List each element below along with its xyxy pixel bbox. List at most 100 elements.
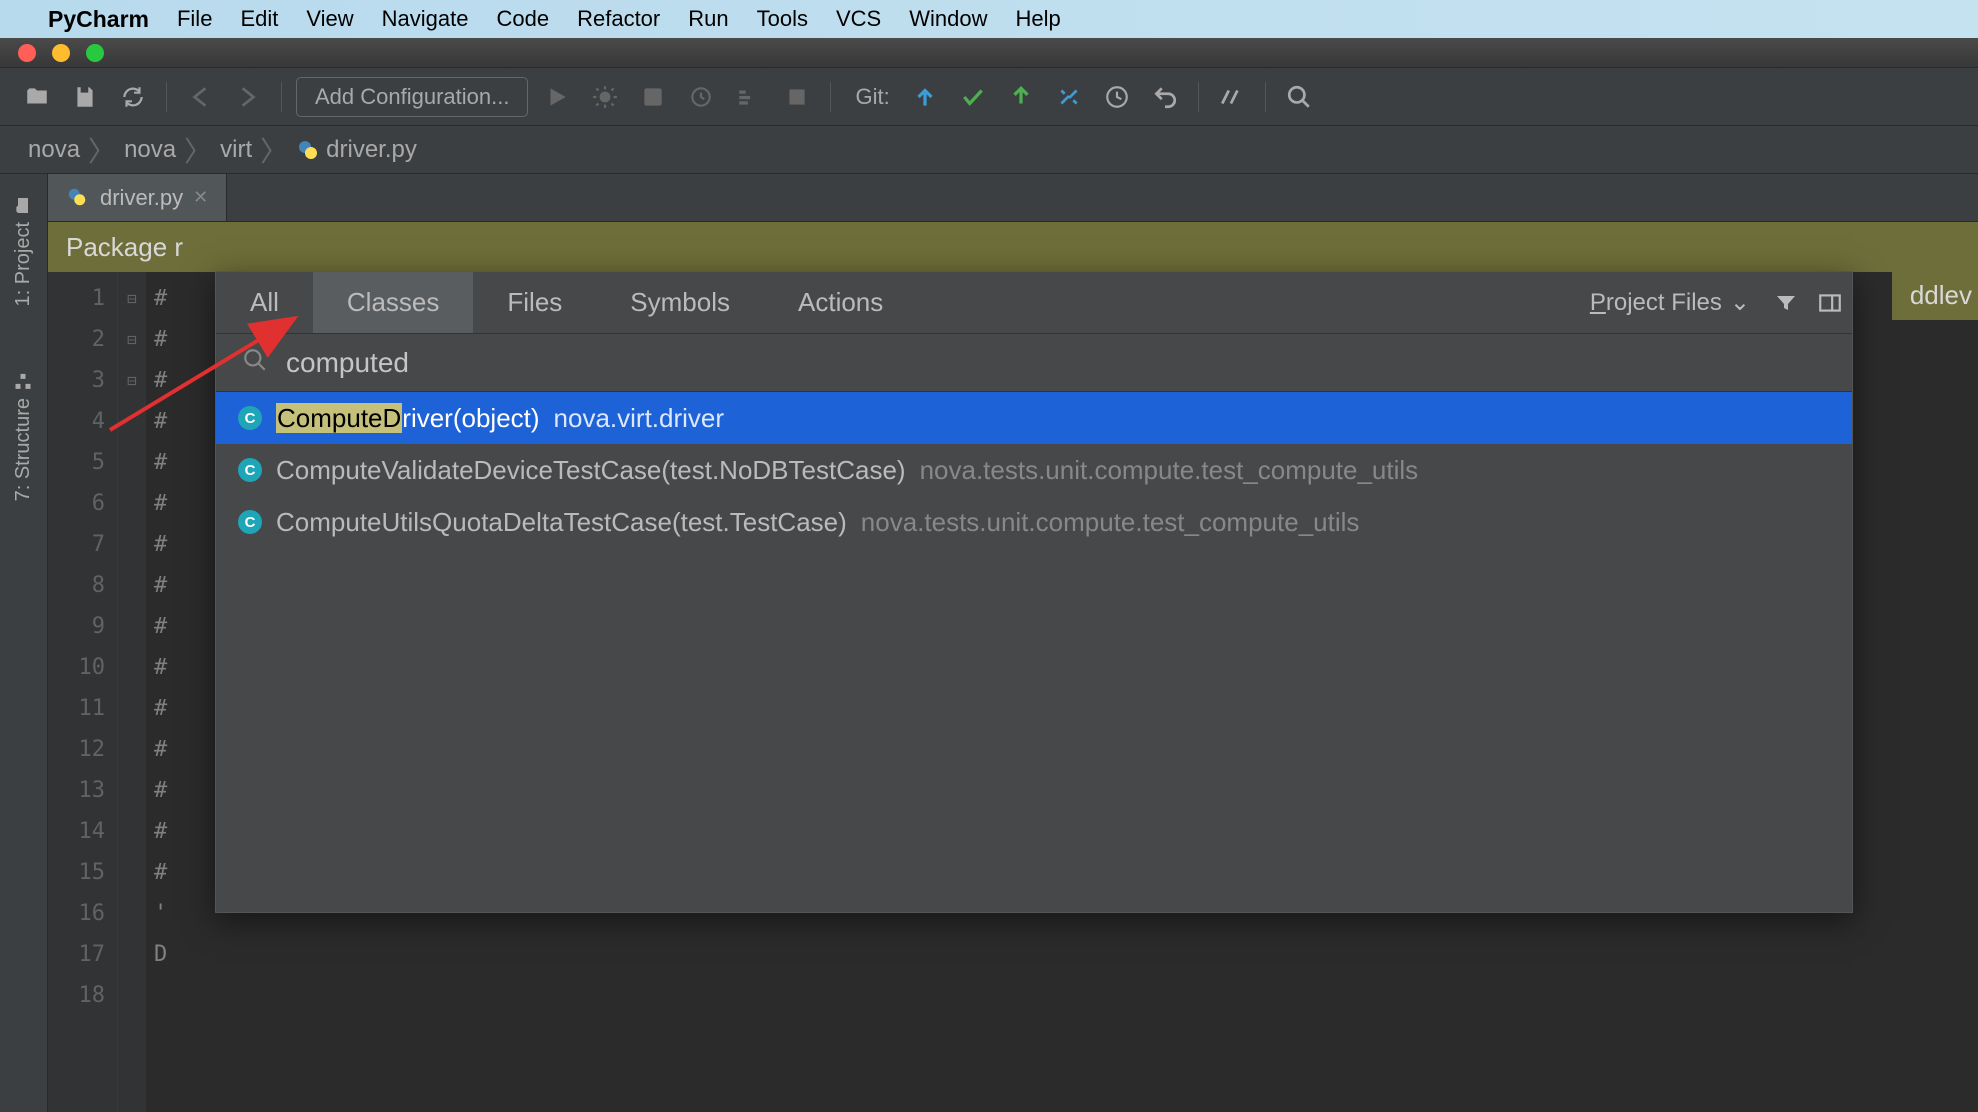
search-tab-all[interactable]: All <box>216 272 313 333</box>
search-tab-actions[interactable]: Actions <box>764 272 917 333</box>
profile-icon[interactable] <box>682 78 720 116</box>
editor-tab-driver[interactable]: driver.py ✕ <box>48 174 227 221</box>
preview-toggle-icon[interactable] <box>1808 272 1852 333</box>
package-banner: Package r <box>48 222 1978 272</box>
close-tab-icon[interactable]: ✕ <box>193 187 208 208</box>
git-history-icon[interactable] <box>1098 78 1136 116</box>
maximize-window-button[interactable] <box>86 44 104 62</box>
line-number: 8 <box>48 565 105 606</box>
app-name[interactable]: PyCharm <box>48 6 149 33</box>
menu-window[interactable]: Window <box>909 6 987 32</box>
line-number: 6 <box>48 483 105 524</box>
minimize-window-button[interactable] <box>52 44 70 62</box>
git-rollback-icon[interactable] <box>1146 78 1184 116</box>
breadcrumb-item[interactable]: nova <box>28 136 80 164</box>
chevron-right-icon: 〉 <box>88 130 116 170</box>
line-number-gutter: 1 2 3 4 5 6 7 8 9 10 11 12 13 14 15 16 1… <box>48 272 118 1112</box>
breadcrumb-item[interactable]: nova <box>124 136 176 164</box>
search-icon <box>242 347 268 378</box>
macos-menubar: PyCharm File Edit View Navigate Code Ref… <box>0 0 1978 38</box>
class-icon: C <box>238 458 262 482</box>
result-main-text: ComputeValidateDeviceTestCase(test.NoDBT… <box>276 455 906 486</box>
line-number: 16 <box>48 893 105 934</box>
search-input[interactable] <box>286 347 1826 379</box>
menu-refactor[interactable]: Refactor <box>577 6 660 32</box>
search-result-row[interactable]: C ComputeValidateDeviceTestCase(test.NoD… <box>216 444 1852 496</box>
folder-icon <box>14 194 34 214</box>
line-number: 1 <box>48 278 105 319</box>
open-folder-icon[interactable] <box>18 78 56 116</box>
settings-icon[interactable] <box>1213 78 1251 116</box>
git-pull-icon[interactable] <box>906 78 944 116</box>
debug-icon[interactable] <box>586 78 624 116</box>
toolbar-separator <box>1198 82 1199 112</box>
editor-tab-label: driver.py <box>100 185 183 211</box>
result-main-text: ComputeDriver(object) <box>276 403 540 434</box>
menu-code[interactable]: Code <box>497 6 550 32</box>
line-number: 18 <box>48 975 105 1016</box>
toolbar-separator <box>1265 82 1266 112</box>
search-scope-dropdown[interactable]: Project Files ⌄ <box>1576 272 1764 333</box>
line-number: 14 <box>48 811 105 852</box>
refresh-icon[interactable] <box>114 78 152 116</box>
line-number: 3 <box>48 360 105 401</box>
breadcrumb-item[interactable]: virt <box>220 136 252 164</box>
run-icon[interactable] <box>538 78 576 116</box>
result-path: nova.virt.driver <box>554 403 725 434</box>
search-result-row[interactable]: C ComputeDriver(object) nova.virt.driver <box>216 392 1852 444</box>
coverage-icon[interactable] <box>634 78 672 116</box>
editor-tabs: driver.py ✕ <box>48 174 1978 222</box>
close-window-button[interactable] <box>18 44 36 62</box>
menu-view[interactable]: View <box>306 6 353 32</box>
breadcrumb-item[interactable]: driver.py <box>296 136 417 164</box>
search-result-row[interactable]: C ComputeUtilsQuotaDeltaTestCase(test.Te… <box>216 496 1852 548</box>
git-push-icon[interactable] <box>1002 78 1040 116</box>
line-number: 15 <box>48 852 105 893</box>
line-number: 11 <box>48 688 105 729</box>
toolbar-separator <box>166 82 167 112</box>
menu-edit[interactable]: Edit <box>240 6 278 32</box>
project-tool-tab[interactable]: 1: Project <box>8 182 39 318</box>
window-titlebar <box>0 38 1978 68</box>
git-commit-icon[interactable] <box>954 78 992 116</box>
menu-run[interactable]: Run <box>688 6 728 32</box>
class-icon: C <box>238 510 262 534</box>
highlight-match: ComputeD <box>276 403 402 433</box>
save-icon[interactable] <box>66 78 104 116</box>
menu-tools[interactable]: Tools <box>757 6 808 32</box>
banner-text-left: Package r <box>66 232 183 263</box>
scope-label: roject Files <box>1606 289 1722 316</box>
forward-icon[interactable] <box>229 78 267 116</box>
gutter-fold-column: ⊟⊟⊟ <box>118 272 146 1112</box>
line-number: 7 <box>48 524 105 565</box>
line-number: 2 <box>48 319 105 360</box>
concurrency-icon[interactable] <box>730 78 768 116</box>
toolbar-separator <box>281 82 282 112</box>
git-compare-icon[interactable] <box>1050 78 1088 116</box>
structure-tool-tab[interactable]: 7: Structure <box>8 358 39 513</box>
menu-navigate[interactable]: Navigate <box>382 6 469 32</box>
python-file-icon <box>66 186 90 210</box>
filter-icon[interactable] <box>1764 272 1808 333</box>
search-tab-classes[interactable]: Classes <box>313 272 473 333</box>
back-icon[interactable] <box>181 78 219 116</box>
stop-icon[interactable] <box>778 78 816 116</box>
result-path: nova.tests.unit.compute.test_compute_uti… <box>861 507 1360 538</box>
menu-vcs[interactable]: VCS <box>836 6 881 32</box>
search-tab-files[interactable]: Files <box>473 272 596 333</box>
chevron-right-icon: 〉 <box>184 130 212 170</box>
search-tab-symbols[interactable]: Symbols <box>596 272 764 333</box>
menu-help[interactable]: Help <box>1015 6 1060 32</box>
search-icon[interactable] <box>1280 78 1318 116</box>
menu-file[interactable]: File <box>177 6 212 32</box>
search-results: C ComputeDriver(object) nova.virt.driver… <box>216 392 1852 912</box>
breadcrumb: nova 〉 nova 〉 virt 〉 driver.py <box>0 126 1978 174</box>
chevron-down-icon: ⌄ <box>1730 288 1750 317</box>
line-number: 5 <box>48 442 105 483</box>
structure-tab-label: 7: Structure <box>12 398 35 501</box>
line-number: 17 <box>48 934 105 975</box>
search-tabs: All Classes Files Symbols Actions Projec… <box>216 272 1852 334</box>
line-number: 9 <box>48 606 105 647</box>
add-configuration-button[interactable]: Add Configuration... <box>296 77 528 117</box>
left-tool-tabs: 1: Project 7: Structure <box>0 174 48 1112</box>
